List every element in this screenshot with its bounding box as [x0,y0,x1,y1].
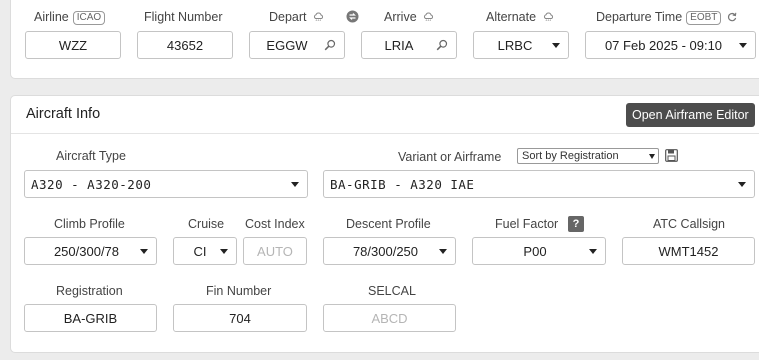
fuel-factor-label: Fuel Factor [495,217,559,231]
arrive-label-text: Arrive [384,10,417,24]
refresh-icon[interactable] [727,12,737,22]
atc-callsign-label: ATC Callsign [653,217,726,231]
search-icon[interactable] [324,39,336,51]
cost-index-label: Cost Index [245,217,305,231]
chevron-down-icon [649,153,655,159]
help-icon[interactable]: ? [568,216,584,232]
divider [11,133,759,134]
section-title: Aircraft Info [26,106,101,122]
chevron-down-icon [291,181,299,187]
aircraft-type-value: A320 - A320-200 [31,176,152,192]
climb-profile-select[interactable]: 250/300/78 [24,237,157,265]
sort-select[interactable]: Sort by Registration [517,148,659,164]
arrive-input[interactable]: LRIA [361,31,457,59]
open-airframe-editor-button[interactable]: Open Airframe Editor [626,103,755,127]
fuel-factor-select[interactable]: P00 [472,237,606,265]
depart-input[interactable]: EGGW [249,31,345,59]
airline-value: WZZ [58,37,88,53]
departure-time-select[interactable]: 07 Feb 2025 - 09:10 [585,31,756,59]
chevron-down-icon [739,42,747,48]
chevron-down-icon [552,42,560,48]
cruise-label: Cruise [188,217,225,231]
flight-info-panel: Airline ICAO Flight Number Depart Arrive … [10,0,759,79]
selcal-input[interactable]: ABCD [323,304,456,332]
depart-label-text: Depart [269,10,307,24]
swap-airports-icon[interactable] [346,10,359,26]
alternate-value: LRBC [497,37,533,53]
fin-number-input[interactable]: 704 [173,304,307,332]
registration-value: BA-GRIB [63,310,118,326]
arrive-label: Arrive [384,10,434,24]
chevron-down-icon [738,181,746,187]
weather-cloud-icon[interactable] [543,12,554,21]
fin-number-label: Fin Number [206,284,272,298]
variant-select[interactable]: BA-GRIB - A320 IAE [323,170,755,198]
aircraft-info-panel: Aircraft Info Open Airframe Editor Aircr… [10,95,759,353]
eobt-tag: EOBT [686,11,722,25]
registration-label: Registration [56,284,123,298]
chevron-down-icon [439,248,447,254]
sort-value: Sort by Registration [522,150,619,162]
aircraft-type-label: Aircraft Type [56,149,126,163]
alternate-label-text: Alternate [486,10,537,24]
registration-input[interactable]: BA-GRIB [24,304,157,332]
departure-time-label-text: Departure Time [596,10,683,24]
chevron-down-icon [589,248,597,254]
flight-number-input[interactable]: 43652 [137,31,233,59]
cost-index-input[interactable]: AUTO [243,237,307,265]
alternate-select[interactable]: LRBC [473,31,569,59]
fin-number-value: 704 [229,310,251,326]
atc-callsign-value: WMT1452 [658,243,719,259]
airline-label: Airline ICAO [34,10,106,25]
cost-index-placeholder: AUTO [257,243,293,259]
climb-profile-label: Climb Profile [54,217,125,231]
arrive-value: LRIA [384,37,414,53]
descent-profile-value: 78/300/250 [352,243,419,259]
airline-input[interactable]: WZZ [25,31,121,59]
atc-callsign-input[interactable]: WMT1452 [622,237,755,265]
departure-time-value: 07 Feb 2025 - 09:10 [604,37,723,53]
depart-label: Depart [269,10,324,24]
selcal-placeholder: ABCD [371,310,408,326]
aircraft-type-select[interactable]: A320 - A320-200 [24,170,308,198]
descent-profile-select[interactable]: 78/300/250 [323,237,456,265]
cruise-value: CI [193,243,207,259]
flight-number-label: Flight Number [144,10,223,24]
climb-profile-value: 250/300/78 [53,243,120,259]
weather-cloud-icon[interactable] [423,12,434,21]
selcal-label: SELCAL [368,284,416,298]
flight-number-value: 43652 [166,37,204,53]
variant-label: Variant or Airframe [398,150,502,164]
descent-profile-label: Descent Profile [346,217,431,231]
airline-label-text: Airline [34,10,69,24]
weather-cloud-icon[interactable] [313,12,324,21]
depart-value: EGGW [266,37,308,53]
fuel-factor-value: P00 [523,243,547,259]
cruise-select[interactable]: CI [173,237,237,265]
variant-value: BA-GRIB - A320 IAE [330,176,475,192]
icao-tag: ICAO [72,11,106,25]
alternate-label: Alternate [486,10,554,24]
departure-time-label: Departure Time EOBT [596,10,737,25]
search-icon[interactable] [436,39,448,51]
save-icon[interactable] [665,149,678,165]
chevron-down-icon [140,248,148,254]
chevron-down-icon [220,248,228,254]
